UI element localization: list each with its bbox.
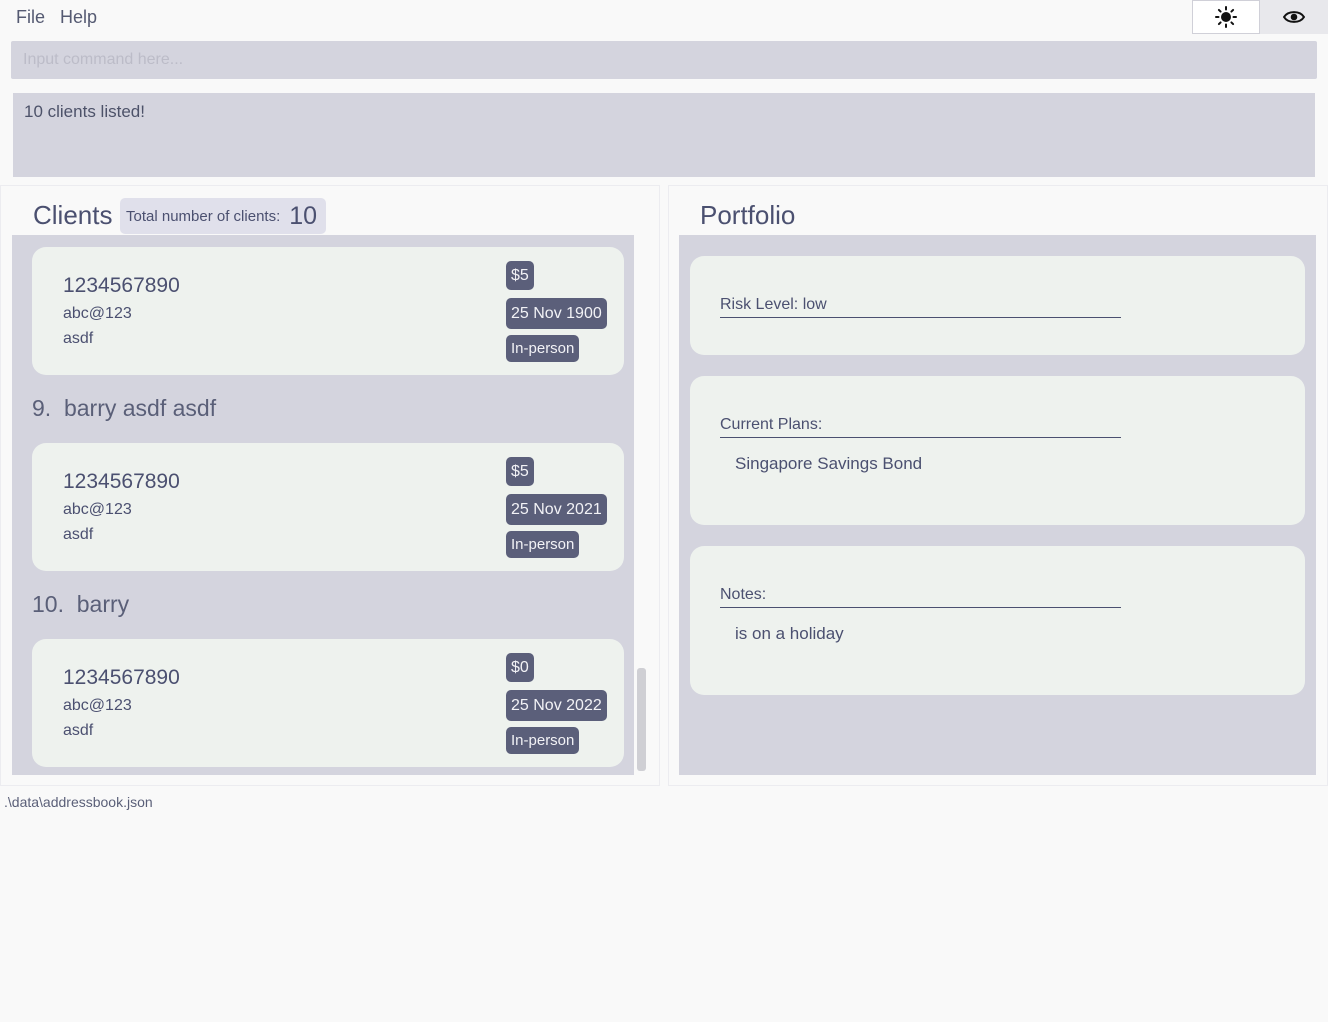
client-address: asdf (63, 722, 94, 739)
meeting-mode-tag: In-person (506, 727, 580, 754)
result-message: 10 clients listed! (24, 102, 145, 121)
menu-file[interactable]: File (16, 7, 45, 28)
client-email: abc@123 (63, 697, 132, 714)
result-display: 10 clients listed! (13, 93, 1315, 177)
client-card[interactable]: 1234567890 abc@123 asdf $5 25 Nov 1900 I… (32, 247, 624, 375)
client-email: abc@123 (63, 501, 132, 518)
client-index: 9. (32, 395, 52, 421)
menu-help[interactable]: Help (60, 7, 97, 28)
client-name: barry (76, 591, 130, 617)
command-input[interactable]: Input command here... (11, 41, 1317, 79)
client-list[interactable]: 1234567890 abc@123 asdf $5 25 Nov 1900 I… (12, 235, 634, 775)
eye-theme-button[interactable] (1260, 0, 1328, 34)
meeting-mode-tag: In-person (506, 335, 580, 362)
client-phone: 1234567890 (63, 470, 180, 493)
client-name-row[interactable]: 9. barry asdf asdf (32, 395, 216, 422)
client-phone: 1234567890 (63, 666, 180, 689)
storage-path-status: .\data\addressbook.json (4, 794, 153, 810)
notes-label: Notes: (720, 586, 1121, 608)
client-address: asdf (63, 526, 94, 543)
client-name-row[interactable]: 10. barry (32, 591, 129, 618)
meeting-mode-tag: In-person (506, 531, 580, 558)
menu-bar: File Help (0, 0, 1328, 36)
notes-card: Notes: is on a holiday (690, 546, 1305, 695)
client-list-scrollbar[interactable] (637, 668, 646, 771)
risk-level-label: Risk Level: low (720, 296, 1121, 318)
clients-title: Clients (33, 200, 113, 230)
date-tag: 25 Nov 2022 (506, 690, 607, 721)
income-tag: $0 (506, 653, 534, 682)
client-card[interactable]: 1234567890 abc@123 asdf $5 25 Nov 2021 I… (32, 443, 624, 571)
risk-level-card: Risk Level: low (690, 256, 1305, 355)
client-index: 10. (32, 591, 64, 617)
eye-icon (1283, 11, 1305, 23)
date-tag: 25 Nov 1900 (506, 298, 607, 329)
sun-icon (1215, 6, 1237, 28)
client-address: asdf (63, 330, 94, 347)
portfolio-area: Risk Level: low Current Plans: Singapore… (679, 235, 1316, 775)
light-theme-button[interactable] (1192, 0, 1260, 34)
client-count-badge: Total number of clients: 10 (120, 198, 326, 234)
client-phone: 1234567890 (63, 274, 180, 297)
client-email: abc@123 (63, 305, 132, 322)
portfolio-title: Portfolio (700, 200, 796, 230)
client-card[interactable]: 1234567890 abc@123 asdf $0 25 Nov 2022 I… (32, 639, 624, 767)
current-plans-label: Current Plans: (720, 416, 1121, 438)
income-tag: $5 (506, 261, 534, 290)
client-count-value: 10 (289, 201, 318, 230)
current-plans-card: Current Plans: Singapore Savings Bond (690, 376, 1305, 525)
current-plan-item: Singapore Savings Bond (735, 454, 923, 473)
income-tag: $5 (506, 457, 534, 486)
client-name: barry asdf asdf (63, 395, 217, 421)
client-count-label: Total number of clients: (126, 207, 281, 225)
date-tag: 25 Nov 2021 (506, 494, 607, 525)
note-item: is on a holiday (735, 624, 844, 643)
